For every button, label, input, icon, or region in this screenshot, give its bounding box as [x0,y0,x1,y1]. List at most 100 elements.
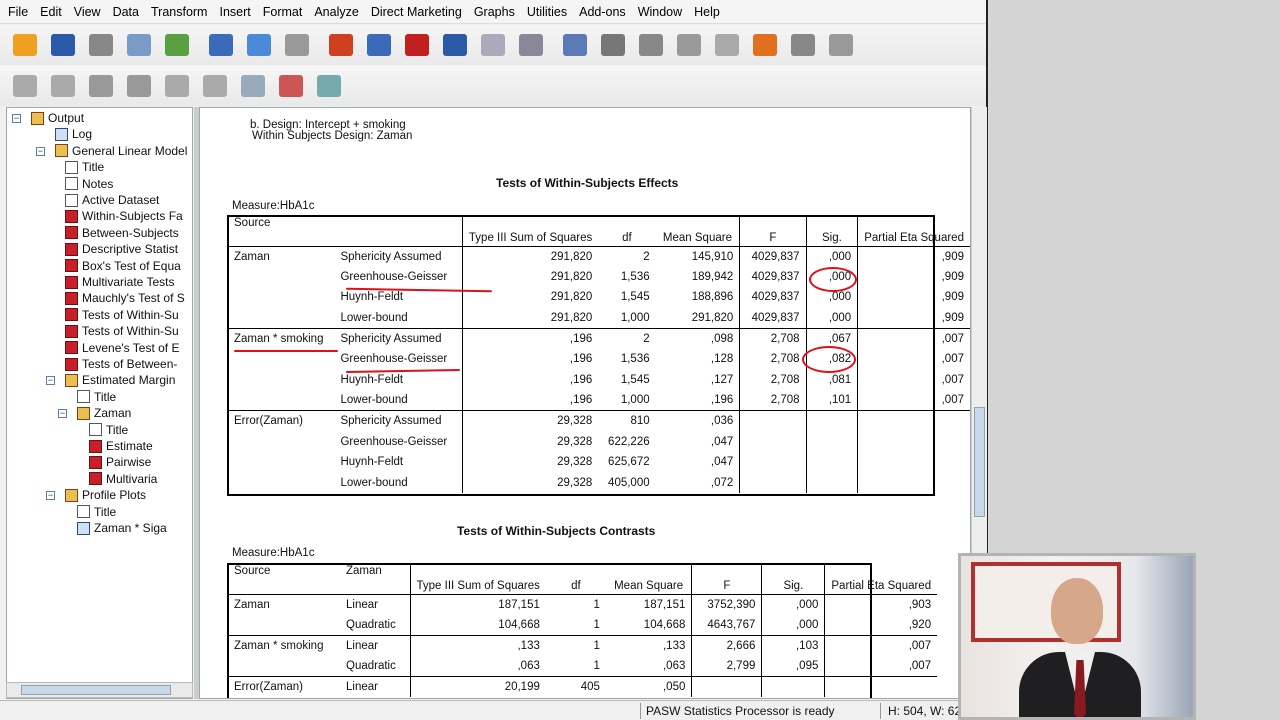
menu-edit[interactable]: Edit [36,5,70,19]
designate-window-button[interactable] [598,30,628,60]
outline-item[interactable]: Mauchly's Test of S [65,290,185,306]
redo-button[interactable] [282,30,312,60]
goto-case-button[interactable] [364,30,394,60]
show-all-variables-button[interactable] [516,30,546,60]
forward-button[interactable] [48,71,78,101]
menu-help[interactable]: Help [690,5,728,19]
outline-item[interactable]: Zaman [77,405,131,421]
outline-item[interactable]: Tests of Between- [65,356,177,372]
table-icon [89,439,102,453]
print-button[interactable] [86,30,116,60]
table-cell: 187,151 [605,593,692,615]
outline-item[interactable]: Tests of Within-Su [65,323,179,339]
outline-item[interactable]: Title [65,159,104,175]
save-button[interactable] [48,30,78,60]
collapse-toggle[interactable]: − [46,376,55,386]
outline-item[interactable]: Active Dataset [65,192,159,208]
table-cell: ,007 [857,390,970,411]
insert-title-button[interactable] [674,30,704,60]
outline-item[interactable]: Multivariate Tests [65,274,174,290]
expand-button[interactable] [86,71,116,101]
use-variable-sets-button[interactable] [478,30,508,60]
menu-format[interactable]: Format [259,5,311,19]
outline-item[interactable]: Log [55,126,92,142]
outline-item[interactable]: Title [89,422,128,438]
outline-item[interactable]: Tests of Within-Su [65,307,179,323]
collapse-toggle[interactable]: − [36,146,45,156]
outline-item[interactable]: Estimate [89,438,153,454]
open-button[interactable] [10,30,40,60]
table-cell: ,920 [824,614,938,636]
table-cell: ,909 [857,266,970,288]
page-icon [77,505,90,519]
show-button[interactable] [162,71,192,101]
insert-new-text-button[interactable] [314,71,344,101]
collapse-toggle[interactable]: − [46,491,55,501]
print-preview-button[interactable] [124,30,154,60]
menu-window[interactable]: Window [634,5,690,19]
spelling-button[interactable] [560,30,590,60]
table-cell: Lower-bound [340,311,408,324]
outline-item[interactable]: Multivaria [89,471,157,487]
outline-item[interactable]: General Linear Model [55,143,187,159]
menu-analyze[interactable]: Analyze [310,5,366,19]
effects-table[interactable]: Source Type III Sum of Squares df Mean Squa… [228,216,970,494]
outline-item[interactable]: Pairwise [89,454,151,470]
collapse-toggle[interactable]: − [12,114,21,123]
page-icon [77,390,90,404]
outline-item[interactable]: Box's Test of Equa [65,258,181,274]
menu-utilities[interactable]: Utilities [523,5,575,19]
export-button[interactable] [162,30,192,60]
collapse-button[interactable] [124,71,154,101]
hide-button[interactable] [200,71,230,101]
outline-horizontal-scrollbar[interactable] [6,682,193,698]
table-cell [857,472,970,494]
outline-item[interactable]: Output [31,110,84,126]
menu-graphs[interactable]: Graphs [470,5,523,19]
insert-image-button[interactable] [750,30,780,60]
menu-file[interactable]: File [4,5,36,19]
menu-transform[interactable]: Transform [147,5,216,19]
recall-dialog-button[interactable] [206,30,236,60]
menu-data[interactable]: Data [109,5,147,19]
outline-item[interactable]: Notes [65,176,113,192]
scrollbar-thumb[interactable] [21,685,171,695]
outline-item[interactable]: Estimated Margin [65,372,175,388]
menu-add-ons[interactable]: Add-ons [575,5,634,19]
table-cell [805,431,858,452]
table-cell: ,133 [605,634,692,656]
undo-button[interactable] [244,30,274,60]
table-cell: 29,328 [461,431,599,452]
table-cell: Zaman * smoking [228,327,335,349]
run-script-button[interactable] [826,30,856,60]
contrasts-table[interactable]: Source Zaman Type III Sum of Squares df Mean… [228,564,938,697]
menu-direct-marketing[interactable]: Direct Marketing [367,5,470,19]
scrollbar-thumb[interactable] [974,407,985,517]
insert-heading-button[interactable] [238,71,268,101]
outline-item[interactable]: Zaman * Siga [77,520,167,536]
back-button[interactable] [10,71,40,101]
outline-item[interactable]: Within-Subjects Fa [65,208,183,224]
outline-item[interactable]: Levene's Test of E [65,340,179,356]
outline-pane[interactable]: − Output Log − General Linear Model Title Note… [6,107,193,699]
outline-item-label: Pairwise [106,455,152,470]
menu-insert[interactable]: Insert [215,5,258,19]
insert-new-title-icon [279,75,303,97]
goto-variable-button[interactable] [402,30,432,60]
outline-item[interactable]: Profile Plots [65,487,146,503]
outline-item[interactable]: Title [77,504,116,520]
table-cell: Quadratic [346,659,396,672]
output-content-pane[interactable]: b. Design: Intercept + smoking Within Su… [199,107,971,699]
insert-output-button[interactable] [636,30,666,60]
goto-data-button[interactable] [326,30,356,60]
menu-view[interactable]: View [70,5,109,19]
outline-item[interactable]: Between-Subjects [65,225,179,241]
create-edit-autoscript-button[interactable] [788,30,818,60]
variables-button[interactable] [440,30,470,60]
insert-new-title-button[interactable] [276,71,306,101]
table-cell: ,196 [461,327,599,349]
outline-item[interactable]: Descriptive Statist [65,241,178,257]
collapse-toggle[interactable]: − [58,409,67,419]
outline-item[interactable]: Title [77,389,116,405]
insert-text-button[interactable] [712,30,742,60]
